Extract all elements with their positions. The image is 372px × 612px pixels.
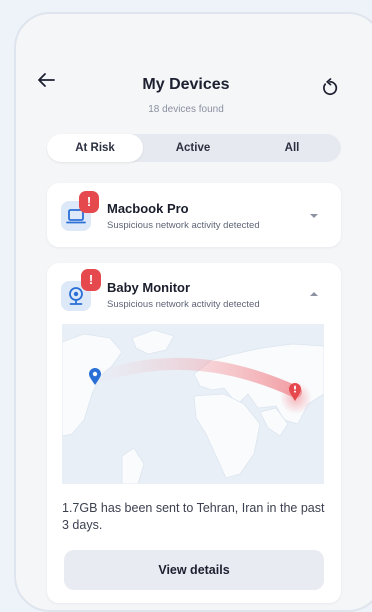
data-transfer-message: 1.7GB has been sent to Tehran, Iran in t… xyxy=(62,501,325,532)
alert-badge: ! xyxy=(81,269,101,291)
page-title: My Devices xyxy=(142,76,230,93)
alert-badge: ! xyxy=(79,191,99,213)
data-flow-map xyxy=(62,324,324,484)
alert-pin-icon xyxy=(289,383,301,401)
tab-at-risk[interactable]: At Risk xyxy=(47,134,143,162)
view-details-button[interactable]: View details xyxy=(64,550,324,590)
device-card-macbook-pro[interactable]: ! Macbook Pro Suspicious network activit… xyxy=(47,183,341,247)
tab-active[interactable]: Active xyxy=(143,134,243,162)
device-status: Suspicious network activity detected xyxy=(107,299,260,310)
filter-tabs: At Risk Active All xyxy=(47,134,341,162)
chevron-up-icon[interactable] xyxy=(309,290,319,298)
device-status: Suspicious network activity detected xyxy=(107,220,260,231)
device-count: 18 devices found xyxy=(148,104,224,115)
device-name: Macbook Pro xyxy=(107,201,189,216)
refresh-icon[interactable] xyxy=(320,78,340,98)
chevron-down-icon[interactable] xyxy=(309,212,319,220)
tab-all[interactable]: All xyxy=(243,134,341,162)
location-pin-icon xyxy=(89,368,101,385)
device-name: Baby Monitor xyxy=(107,280,191,295)
